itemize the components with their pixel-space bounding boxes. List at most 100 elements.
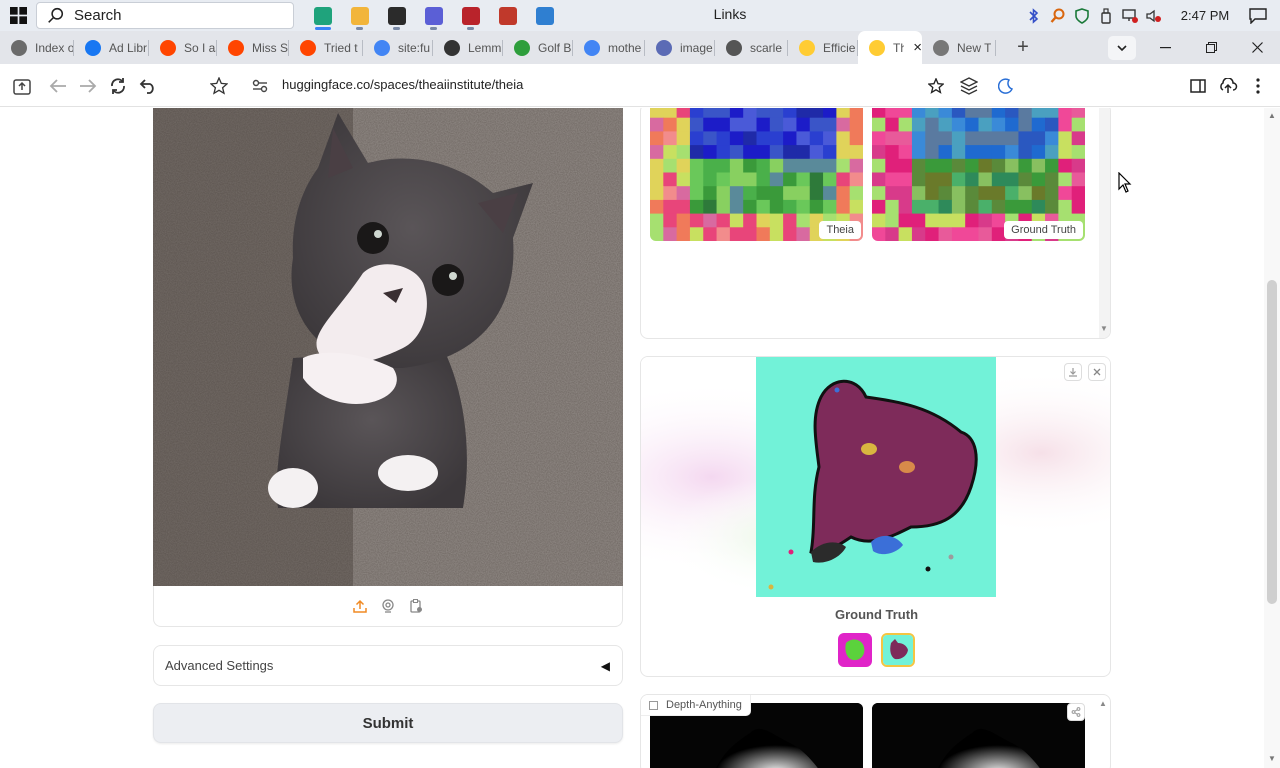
favorite-star-icon[interactable] [204, 71, 234, 101]
scroll-up-icon[interactable]: ▲ [1268, 111, 1276, 120]
forward-icon[interactable] [73, 71, 103, 101]
scroll-thumb[interactable] [1267, 280, 1277, 604]
taskbar-clock[interactable]: 2:47 PM [1174, 8, 1236, 23]
feature-pixel [756, 227, 771, 241]
collapse-arrow-icon: ◀ [600, 659, 610, 673]
chart-app-icon[interactable] [489, 0, 526, 31]
security-shield-icon[interactable] [1070, 0, 1094, 31]
more-menu-icon[interactable] [1243, 71, 1273, 101]
cloud-upload-icon[interactable] [1213, 71, 1243, 101]
depth-anything-text: Depth-Anything [666, 699, 742, 711]
share-icon[interactable] [1067, 703, 1085, 721]
edge-app-icon[interactable] [304, 0, 341, 31]
feature-pixel [965, 131, 979, 146]
clipboard-paste-icon[interactable] [409, 599, 423, 613]
feature-pixel [1045, 108, 1059, 119]
reload-icon[interactable] [103, 71, 133, 101]
close-icon[interactable] [1088, 363, 1106, 381]
tab-close-icon[interactable]: × [913, 39, 922, 56]
extensions-layers-icon[interactable] [954, 71, 984, 101]
ground-truth-thumbnail[interactable] [881, 633, 915, 667]
tab-4[interactable]: Tried t [289, 31, 363, 64]
feature-pixel [1071, 131, 1085, 146]
page-scrollbar[interactable]: ▲ ▼ [1264, 108, 1280, 768]
magnifier-tray-icon[interactable] [1046, 0, 1070, 31]
theia-feature-image[interactable]: Theia [650, 108, 863, 241]
tab-1[interactable]: Ad Libr [74, 31, 149, 64]
feature-pixel [689, 186, 704, 201]
feature-pixel [898, 145, 913, 160]
back-icon[interactable] [43, 71, 73, 101]
feature-pixel [951, 108, 966, 119]
address-bar-url[interactable]: huggingface.co/spaces/theaiinstitute/the… [282, 77, 523, 92]
segmentation-preview[interactable] [641, 357, 1111, 597]
tab-label: Ad Libr [109, 40, 148, 55]
feature-pixel [911, 117, 926, 132]
feature-pixel [911, 172, 926, 187]
volume-muted-icon[interactable] [1142, 0, 1166, 31]
feature-pixel [836, 186, 851, 201]
tab-2[interactable]: So I as [149, 31, 217, 64]
feature-pixel [1018, 186, 1033, 201]
tab-9[interactable]: image [645, 31, 715, 64]
minimize-button[interactable] [1142, 31, 1188, 64]
windows-start-icon[interactable] [0, 0, 36, 31]
site-info-icon[interactable] [245, 71, 275, 101]
upload-icon[interactable] [353, 599, 367, 613]
scroll-up-arrow-icon[interactable]: ▲ [1099, 699, 1107, 708]
collections-icon[interactable] [7, 71, 37, 101]
taskbar-search-box[interactable]: Search [36, 2, 294, 29]
dark-mode-moon-icon[interactable] [991, 71, 1021, 101]
exe-app-icon[interactable] [452, 0, 489, 31]
feature-pixel [650, 158, 664, 173]
feature-pixel [729, 186, 744, 201]
usb-device-icon[interactable] [1094, 0, 1118, 31]
undo-icon[interactable] [133, 71, 163, 101]
feature-pixel [676, 199, 691, 215]
terminal-app-icon[interactable] [378, 0, 415, 31]
feature-pixel [663, 158, 678, 173]
advanced-settings-accordion[interactable]: Advanced Settings ◀ [153, 645, 623, 686]
meta-icon [85, 39, 101, 56]
tab-3[interactable]: Miss S [217, 31, 289, 64]
ground-truth-feature-image[interactable]: Ground Truth [872, 108, 1085, 241]
feature-pixel [1058, 131, 1073, 146]
image-app-icon[interactable] [526, 0, 563, 31]
depth-image-right[interactable] [872, 703, 1085, 768]
notifications-icon[interactable] [1236, 7, 1280, 24]
tab-list-button[interactable] [1108, 36, 1136, 60]
feature-pixel [1058, 158, 1073, 173]
submit-button[interactable]: Submit [153, 703, 623, 743]
tab-8[interactable]: mothe [573, 31, 645, 64]
bluetooth-icon[interactable] [1022, 0, 1046, 31]
new-tab-button[interactable]: + [1006, 31, 1040, 64]
feature-pixel [716, 108, 731, 119]
prediction-thumbnail[interactable] [838, 633, 872, 667]
tab-12[interactable]: Th × [858, 31, 922, 64]
network-icon[interactable] [1118, 0, 1142, 31]
tab-6[interactable]: Lemm [433, 31, 503, 64]
tab-11[interactable]: Efficie [788, 31, 858, 64]
file-explorer-app-icon[interactable] [341, 0, 378, 31]
webcam-icon[interactable] [381, 599, 395, 613]
feature-pixel [769, 145, 784, 160]
feather-app-icon[interactable] [415, 0, 452, 31]
input-image[interactable] [153, 108, 623, 586]
scroll-down-icon[interactable]: ▼ [1268, 754, 1276, 763]
feature-pixel [1045, 131, 1059, 146]
tab-13[interactable]: New T [922, 31, 996, 64]
bookmark-star-icon[interactable] [921, 71, 951, 101]
tab-10[interactable]: scarle [715, 31, 788, 64]
gallery-scrollbar[interactable]: ▼ [1099, 108, 1110, 338]
feature-pixel [703, 145, 718, 160]
close-window-button[interactable] [1234, 31, 1280, 64]
tab-5[interactable]: site:fu [363, 31, 433, 64]
feature-pixel [769, 227, 784, 241]
download-icon[interactable] [1064, 363, 1082, 381]
restore-button[interactable] [1188, 31, 1234, 64]
tab-7[interactable]: Golf B [503, 31, 573, 64]
tab-0[interactable]: Index o [0, 31, 74, 64]
sidebar-toggle-icon[interactable] [1183, 71, 1213, 101]
feature-pixel [689, 199, 704, 215]
feature-pixel [978, 227, 993, 241]
